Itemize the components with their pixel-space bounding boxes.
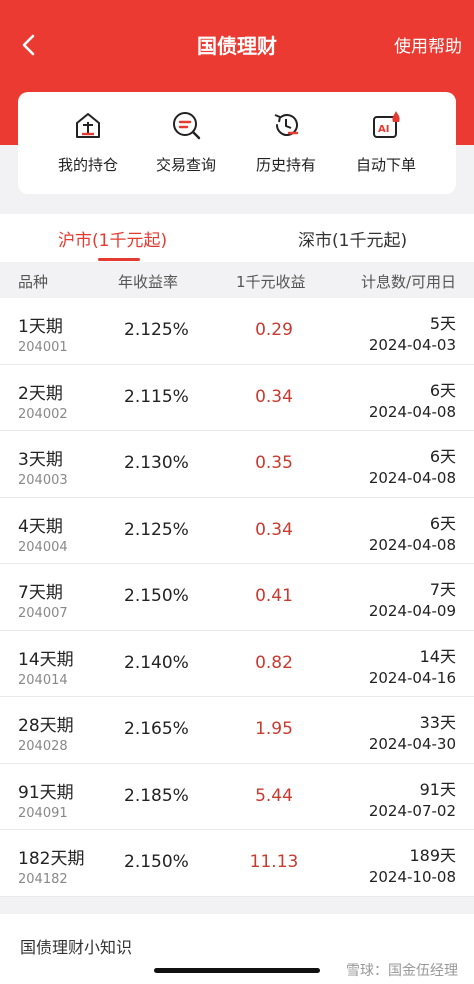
shortcut-query[interactable]: 交易查询 [136,110,236,175]
bond-name: 14天期 [18,649,74,670]
ai-auto-order-icon: AI [373,111,400,138]
bond-date: 2024-04-09 [368,602,456,620]
bond-rate: 2.130% [124,453,189,473]
bond-rate: 2.115% [124,386,189,407]
bond-name: 7天期 [18,583,63,603]
bond-days: 6天 [429,447,456,466]
bond-income: 1.95 [255,719,293,739]
search-icon [173,112,201,140]
bond-rate: 2.125% [124,320,189,340]
bond-income: 0.34 [255,519,293,540]
bond-date: 2024-04-16 [368,668,456,687]
bond-code: 204182 [18,872,68,887]
bond-rate: 2.150% [124,852,189,872]
table-row[interactable]: 2天期 204002 2.115% 0.34 6天 2024-04-08 [0,364,474,431]
table-header: 品种 年收益率 1千元收益 计息数/可用日 [0,262,474,298]
bond-code: 204001 [18,340,68,355]
bond-date: 2024-04-03 [368,336,456,354]
bond-date: 2024-04-30 [368,735,456,753]
bond-days: 33天 [419,713,456,732]
watermark-text: 雪球：国金伍经理 [346,963,458,979]
bond-days: 6天 [429,380,456,400]
bond-days: 14天 [419,646,456,666]
col-rate: 年收益率 [118,273,179,291]
bond-code: 204028 [18,739,68,754]
bond-date: 2024-04-08 [368,402,456,421]
bond-rate: 2.150% [124,586,189,606]
bond-rate: 2.165% [124,719,189,739]
col-days: 计息数/可用日 [360,273,456,291]
bond-days: 7天 [429,580,456,599]
help-button[interactable]: 使用帮助 [394,32,462,57]
table-row[interactable]: 3天期 204003 2.130% 0.35 6天 2024-04-08 [0,431,474,498]
tab-shanghai[interactable]: 沪市(1千元起) [58,226,167,251]
bond-rate: 2.140% [124,652,189,673]
shortcut-label: 我的持仓 [57,156,118,174]
bond-code: 204007 [18,606,68,621]
shortcut-history[interactable]: 历史持有 [236,110,336,175]
col-income: 1千元收益 [236,273,306,291]
tab-shenzhen[interactable]: 深市(1千元起) [298,226,407,251]
home-indicator[interactable] [154,968,320,973]
bond-date: 2024-10-08 [368,868,456,886]
shortcut-card: 我的持仓 交易查询 历史持有 AI 自动下单 [18,92,456,194]
shortcut-auto-order[interactable]: AI 自动下单 [336,110,436,175]
bond-code: 204004 [18,539,68,555]
market-tabs: 沪市(1千元起) 深市(1千元起) [0,214,474,262]
bond-date: 2024-04-08 [368,469,456,487]
shortcut-label: 交易查询 [155,156,216,174]
bond-date: 2024-07-02 [368,801,456,820]
bond-name: 3天期 [18,450,63,470]
bond-code: 204014 [18,672,68,688]
bond-name: 182天期 [18,849,85,869]
bond-name: 4天期 [18,516,63,537]
bond-date: 2024-04-08 [368,535,456,554]
bond-income: 0.29 [255,320,293,340]
tab-underline [98,258,140,261]
table-row[interactable]: 28天期 204028 2.165% 1.95 33天 2024-04-30 [0,697,474,764]
bond-days: 189天 [409,846,456,865]
shortcut-label: 自动下单 [355,156,416,174]
holdings-icon [76,113,100,138]
bond-code: 204002 [18,406,68,422]
bond-income: 0.82 [255,652,293,673]
table-row[interactable]: 14天期 204014 2.140% 0.82 14天 2024-04-16 [0,630,474,697]
bond-income: 0.41 [255,586,293,606]
svg-text:AI: AI [378,124,389,135]
bond-rate: 2.125% [124,519,189,540]
bond-income: 0.35 [255,453,293,473]
bond-code: 204003 [18,473,68,488]
bond-name: 91天期 [18,782,74,803]
bond-days: 5天 [429,314,456,333]
shortcut-label: 历史持有 [255,156,316,174]
table-row[interactable]: 91天期 204091 2.185% 5.44 91天 2024-07-02 [0,763,474,830]
shortcut-holdings[interactable]: 我的持仓 [38,110,138,175]
table-row[interactable]: 1天期 204001 2.125% 0.29 5天 2024-04-03 [0,298,474,365]
bond-income: 11.13 [249,852,299,872]
col-name: 品种 [18,273,49,291]
bond-rate: 2.185% [124,785,189,806]
bond-days: 91天 [419,779,456,799]
bond-table: 1天期 204001 2.125% 0.29 5天 2024-04-03 2天期… [0,298,474,897]
bond-name: 2天期 [18,383,63,404]
bond-code: 204091 [18,805,68,821]
table-row[interactable]: 182天期 204182 2.150% 11.13 189天 2024-10-0… [0,830,474,897]
tips-title: 国债理财小知识 [20,938,133,957]
bond-name: 28天期 [18,716,74,736]
bond-income: 0.34 [255,386,293,407]
bond-income: 5.44 [255,785,293,806]
table-row[interactable]: 7天期 204007 2.150% 0.41 7天 2024-04-09 [0,564,474,631]
history-icon [274,114,299,136]
bond-days: 6天 [429,513,456,533]
table-row[interactable]: 4天期 204004 2.125% 0.34 6天 2024-04-08 [0,497,474,564]
bond-name: 1天期 [18,317,63,337]
